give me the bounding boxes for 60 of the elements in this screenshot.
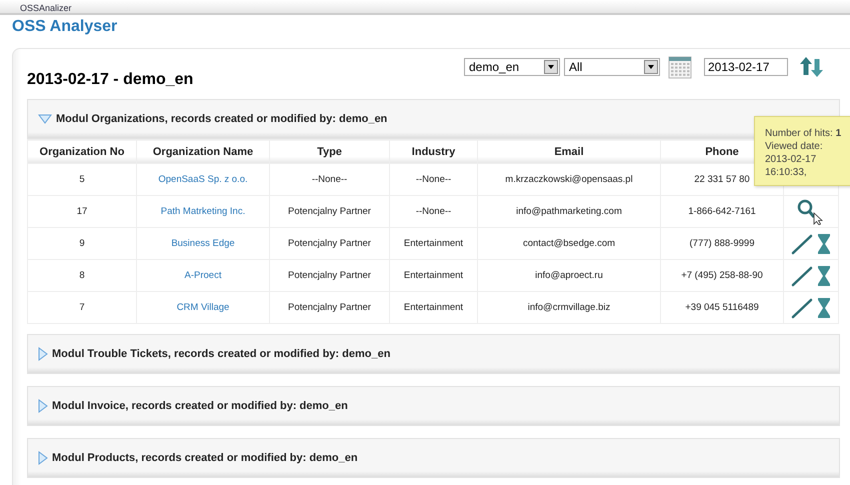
column-header: Industry (390, 140, 478, 164)
organization-link[interactable]: OpenSaaS Sp. z o.o. (136, 164, 270, 196)
table-cell: (777) 888-9999 (660, 228, 784, 260)
triangle-right-icon (38, 451, 48, 465)
triangle-down-icon (38, 114, 52, 124)
calendar-icon[interactable] (668, 55, 692, 79)
table-cell: info@pathmarketing.com (478, 196, 660, 228)
pencil-icon[interactable] (791, 296, 813, 318)
table-cell: 9 (28, 228, 136, 260)
table-cell: 1-866-642-7161 (660, 196, 784, 228)
app-tab-label[interactable]: OSSAnalizer (20, 3, 72, 13)
table-cell: info@crmvillage.biz (478, 292, 660, 324)
column-header: Organization No (28, 140, 136, 164)
table-cell: 8 (28, 260, 136, 292)
table-cell: 17 (28, 196, 136, 228)
module-header-label: Modul Products, records created or modified by: demo_en (52, 452, 358, 464)
table-cell: +39 045 5116489 (660, 292, 784, 324)
hourglass-icon[interactable] (817, 296, 831, 318)
page-title: OSS Analyser (12, 18, 118, 36)
table-cell: Entertainment (390, 260, 478, 292)
table-cell: 5 (28, 164, 136, 196)
table-cell: Potencjalny Partner (270, 196, 390, 228)
organization-link[interactable]: A-Proect (136, 260, 270, 292)
table-cell: Entertainment (390, 292, 478, 324)
pencil-icon[interactable] (791, 264, 813, 286)
module-header[interactable]: Modul Trouble Tickets, records created or modified by: demo_en (27, 334, 840, 374)
module-header-label: Modul Invoice, records created or modified by: demo_en (52, 400, 348, 412)
date-field[interactable]: 2013-02-17 (704, 58, 788, 76)
pencil-icon[interactable] (791, 232, 813, 254)
triangle-right-icon (38, 399, 48, 413)
hourglass-icon[interactable] (817, 264, 831, 286)
table-cell: --None-- (270, 164, 390, 196)
module-header-label: Modul Trouble Tickets, records created or modified by: demo_en (52, 348, 390, 360)
tooltip-text: Number of hits: 1 (765, 127, 842, 140)
table-cell: contact@bsedge.com (478, 228, 660, 260)
column-header: Organization Name (136, 140, 270, 164)
organization-link[interactable]: Business Edge (136, 228, 270, 260)
module-header-label: Modul Organizations, records created or modified by: demo_en (56, 113, 388, 125)
table-cell: --None-- (390, 196, 478, 228)
table-cell: Entertainment (390, 228, 478, 260)
module-select[interactable]: All (564, 58, 660, 76)
table-cell: +7 (495) 258-88-90 (660, 260, 784, 292)
triangle-right-icon (38, 347, 48, 361)
module-header[interactable]: Modul Products, records created or modified by: demo_en (27, 438, 840, 478)
hourglass-icon[interactable] (817, 232, 831, 254)
table-cell: 7 (28, 292, 136, 324)
organization-link[interactable]: CRM Village (136, 292, 270, 324)
module-header[interactable]: Modul Invoice, records created or modified by: demo_en (27, 386, 840, 426)
column-header: Email (478, 140, 660, 164)
organization-link[interactable]: Path Matrketing Inc. (136, 196, 270, 228)
sort-arrows-icon[interactable] (800, 55, 824, 79)
user-select[interactable]: demo_en (464, 58, 560, 76)
table-cell: info@aproect.ru (478, 260, 660, 292)
table-cell: Potencjalny Partner (270, 260, 390, 292)
table-cell: Potencjalny Partner (270, 292, 390, 324)
report-title: 2013-02-17 - demo_en (27, 71, 194, 89)
table-cell: --None-- (390, 164, 478, 196)
table-cell: m.krzaczkowski@opensaas.pl (478, 164, 660, 196)
table-cell: Potencjalny Partner (270, 228, 390, 260)
column-header: Type (270, 140, 390, 164)
